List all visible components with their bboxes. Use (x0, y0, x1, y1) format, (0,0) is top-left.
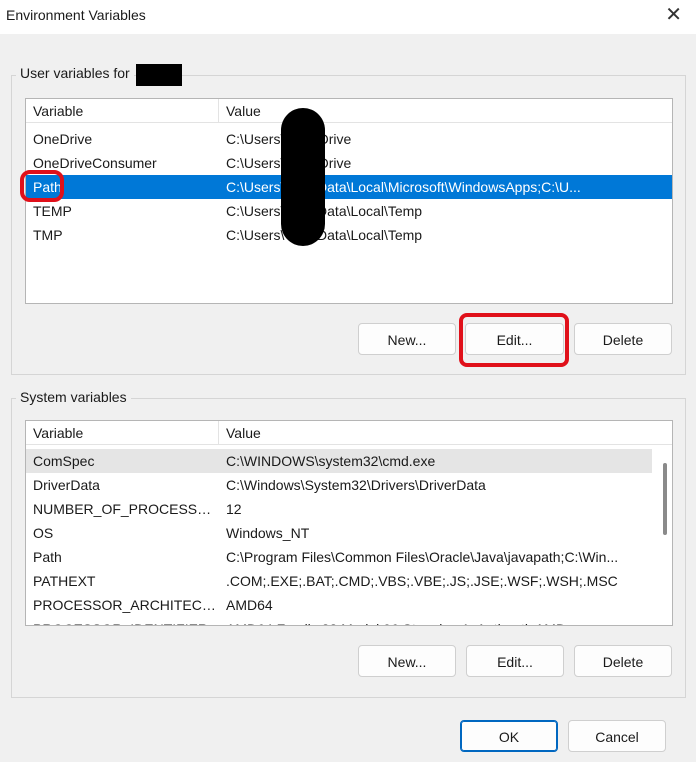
variable-value: C:\Windows\System32\Drivers\DriverData (226, 477, 486, 493)
table-row[interactable]: OS Windows_NT (26, 521, 652, 545)
system-new-button[interactable]: New... (358, 645, 456, 677)
table-row[interactable]: OneDrive C:\Users\ \OneDrive (26, 127, 672, 151)
table-row[interactable]: DriverData C:\Windows\System32\Drivers\D… (26, 473, 652, 497)
table-row[interactable]: PATHEXT .COM;.EXE;.BAT;.CMD;.VBS;.VBE;.J… (26, 569, 652, 593)
user-variables-rows: OneDrive C:\Users\ \OneDrive OneDriveCon… (26, 127, 672, 247)
variable-name: Path (33, 549, 62, 565)
window-title: Environment Variables (6, 7, 146, 23)
variable-name: OneDriveConsumer (33, 155, 157, 171)
table-row[interactable]: TMP C:\Users\ \AppData\Local\Temp (26, 223, 672, 247)
table-row[interactable]: Path C:\Program Files\Common Files\Oracl… (26, 545, 652, 569)
column-header-variable[interactable]: Variable (26, 421, 219, 445)
cancel-button[interactable]: Cancel (568, 720, 666, 752)
variable-name: TMP (33, 227, 63, 243)
variable-value: Windows_NT (226, 525, 310, 541)
variable-name: PROCESSOR_ARCHITECTU... (33, 597, 219, 613)
variable-name: NUMBER_OF_PROCESSORS (33, 501, 219, 517)
table-row[interactable]: NUMBER_OF_PROCESSORS 12 (26, 497, 652, 521)
ok-button[interactable]: OK (460, 720, 558, 752)
variable-name: OS (33, 525, 54, 541)
redacted-username (136, 64, 182, 86)
table-row[interactable]: PROCESSOR_IDENTIFIER AMD64 Family 23 Mod… (26, 617, 652, 625)
column-header-variable[interactable]: Variable (26, 99, 219, 123)
user-variables-list[interactable]: Variable Value OneDrive C:\Users\ \OneDr… (25, 98, 673, 304)
variable-value: AMD64 Family 23 Model 96 Stepping 1, Aut… (226, 617, 566, 625)
table-row[interactable]: OneDriveConsumer C:\Users\ \OneDrive (26, 151, 672, 175)
annotation-box-edit (459, 313, 569, 367)
table-row[interactable]: ComSpec C:\WINDOWS\system32\cmd.exe (26, 449, 652, 473)
variable-name: PROCESSOR_IDENTIFIER (33, 617, 219, 625)
variable-name: PATHEXT (33, 573, 96, 589)
scrollbar-thumb[interactable] (663, 463, 667, 535)
list-header: Variable Value (26, 421, 672, 445)
variable-name: OneDrive (33, 131, 93, 147)
variable-name: DriverData (33, 477, 100, 493)
system-variables-list[interactable]: Variable Value ComSpec C:\WINDOWS\system… (25, 420, 673, 626)
user-delete-button[interactable]: Delete (574, 323, 672, 355)
system-variables-label: System variables (16, 389, 131, 405)
table-row-selected[interactable]: Path C:\Users\ \AppData\Local\Microsoft\… (26, 175, 672, 199)
table-row[interactable]: TEMP C:\Users\ \AppData\Local\Temp (26, 199, 672, 223)
variable-value: AMD64 (226, 597, 273, 613)
redacted-path-segment (281, 108, 325, 246)
variable-value: 12 (226, 501, 242, 517)
close-icon[interactable]: ✕ (665, 5, 682, 25)
variable-name: TEMP (33, 203, 72, 219)
system-variables-rows: ComSpec C:\WINDOWS\system32\cmd.exe Driv… (26, 449, 652, 625)
title-bar: Environment Variables ✕ (0, 0, 696, 34)
variable-value: C:\WINDOWS\system32\cmd.exe (226, 453, 436, 469)
table-row[interactable]: PROCESSOR_ARCHITECTU... AMD64 (26, 593, 652, 617)
system-delete-button[interactable]: Delete (574, 645, 672, 677)
variable-value: C:\Program Files\Common Files\Oracle\Jav… (226, 549, 619, 565)
system-edit-button[interactable]: Edit... (466, 645, 564, 677)
annotation-circle-path (20, 170, 64, 202)
user-variables-label: User variables for (16, 65, 134, 81)
list-header: Variable Value (26, 99, 672, 123)
user-new-button[interactable]: New... (358, 323, 456, 355)
variable-name: ComSpec (33, 453, 95, 469)
column-header-value[interactable]: Value (219, 421, 672, 445)
variable-value: .COM;.EXE;.BAT;.CMD;.VBS;.VBE;.JS;.JSE;.… (226, 573, 618, 589)
system-list-scrollbar[interactable] (660, 445, 672, 625)
